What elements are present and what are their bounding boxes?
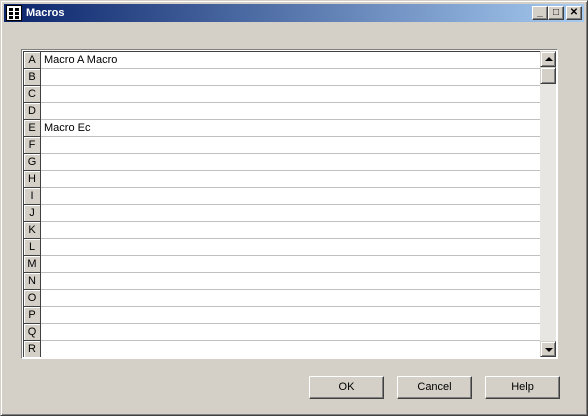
macro-row-key[interactable]: G	[24, 154, 41, 171]
macro-row-value[interactable]	[42, 86, 540, 102]
macro-row[interactable]: C	[24, 86, 540, 103]
macro-row-key[interactable]: H	[24, 171, 41, 188]
macro-row[interactable]: M	[24, 256, 540, 273]
macro-row[interactable]: H	[24, 171, 540, 188]
help-button[interactable]: Help	[485, 376, 560, 399]
window-title: Macros	[26, 7, 65, 19]
macro-row-value[interactable]: Macro A Macro	[42, 52, 540, 68]
macro-row-value[interactable]	[42, 188, 540, 204]
macro-row-value[interactable]: Macro Ec	[42, 120, 540, 136]
minimize-icon: _	[537, 7, 543, 18]
macro-row-key[interactable]: Q	[24, 324, 41, 341]
macro-row[interactable]: R	[24, 341, 540, 357]
macro-row-key[interactable]: N	[24, 273, 41, 290]
macro-row-key[interactable]: J	[24, 205, 41, 222]
macro-row[interactable]: O	[24, 290, 540, 307]
maximize-icon: □	[552, 7, 560, 18]
macro-row[interactable]: B	[24, 69, 540, 86]
macro-row-key[interactable]: B	[24, 69, 41, 86]
macro-row[interactable]: J	[24, 205, 540, 222]
ok-button[interactable]: OK	[309, 376, 384, 399]
macro-row-value[interactable]	[42, 324, 540, 340]
macro-row-key[interactable]: K	[24, 222, 41, 239]
macro-row-value[interactable]	[42, 273, 540, 289]
arrow-up-icon	[545, 57, 553, 61]
macro-grid: AMacro A MacroBCDEMacro EcFGHIJKLMNOPQRS	[21, 49, 558, 359]
macro-row-key[interactable]: A	[24, 52, 41, 69]
cancel-button[interactable]: Cancel	[397, 376, 472, 399]
macro-row-value[interactable]	[42, 222, 540, 238]
scroll-down-button[interactable]	[540, 341, 556, 357]
arrow-down-icon	[545, 348, 553, 352]
macro-row[interactable]: N	[24, 273, 540, 290]
macro-row-value[interactable]	[42, 341, 540, 357]
macro-row-value[interactable]	[42, 154, 540, 170]
macro-row-value[interactable]	[42, 137, 540, 153]
macro-row[interactable]: P	[24, 307, 540, 324]
macro-row-value[interactable]	[42, 103, 540, 119]
vertical-scrollbar[interactable]	[540, 51, 556, 357]
macro-row[interactable]: D	[24, 103, 540, 120]
macro-row-value[interactable]	[42, 290, 540, 306]
macro-row-key[interactable]: R	[24, 341, 41, 357]
macro-row[interactable]: G	[24, 154, 540, 171]
macro-row-value[interactable]	[42, 239, 540, 255]
macro-row-key[interactable]: F	[24, 137, 41, 154]
macro-row-key[interactable]: P	[24, 307, 41, 324]
macros-dialog: Macros _ □ ✕ A Macro A Macro B C D E Macro Ec F…	[0, 0, 588, 416]
app-icon	[6, 5, 22, 21]
title-bar[interactable]: Macros _ □ ✕	[4, 4, 584, 22]
macro-row-key[interactable]: O	[24, 290, 41, 307]
macro-row[interactable]: E Macro Ec	[24, 120, 540, 137]
scroll-up-button[interactable]	[540, 51, 556, 67]
macro-row-value[interactable]	[42, 205, 540, 221]
macro-row-key[interactable]: D	[24, 103, 41, 120]
macro-row-key[interactable]: C	[24, 86, 41, 103]
macro-row-value[interactable]	[42, 171, 540, 187]
close-icon: ✕	[569, 7, 579, 18]
macro-row[interactable]: K	[24, 222, 540, 239]
macro-row-key[interactable]: L	[24, 239, 41, 256]
maximize-button[interactable]: □	[548, 6, 564, 20]
scroll-thumb[interactable]	[540, 67, 556, 84]
macro-row-key[interactable]: E	[24, 120, 41, 137]
macro-row-key[interactable]: I	[24, 188, 41, 205]
minimize-button[interactable]: _	[532, 6, 548, 20]
macro-row[interactable]: I	[24, 188, 540, 205]
macro-row[interactable]: A Macro A Macro	[24, 52, 540, 69]
macro-row-value[interactable]	[42, 69, 540, 85]
macro-row-value[interactable]	[42, 307, 540, 323]
macro-row-key[interactable]: M	[24, 256, 41, 273]
close-button[interactable]: ✕	[566, 6, 582, 20]
macro-grid-body: AMacro A MacroBCDEMacro EcFGHIJKLMNOPQRS	[23, 51, 540, 357]
macro-row[interactable]: F	[24, 137, 540, 154]
macro-row[interactable]: Q	[24, 324, 540, 341]
macro-row[interactable]: L	[24, 239, 540, 256]
macro-row-value[interactable]	[42, 256, 540, 272]
